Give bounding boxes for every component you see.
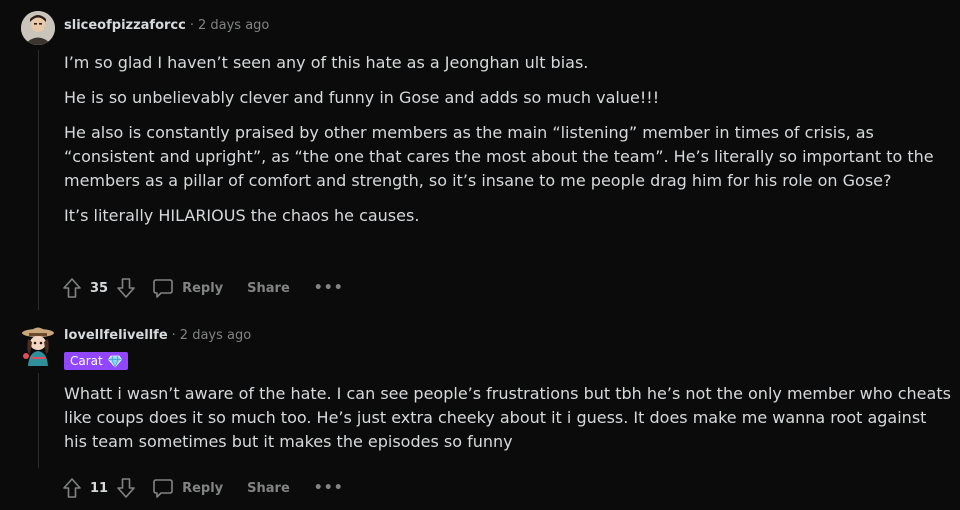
more-icon: ••• [313,280,344,296]
share-label: Share [247,280,290,296]
comment-paragraph: Whatt i wasn’t aware of the hate. I can … [64,384,951,451]
comment-icon [153,479,173,498]
reply-label: Reply [182,280,224,296]
reply-button[interactable]: Reply [152,277,223,299]
upvote-button[interactable] [60,276,84,300]
more-options-button[interactable]: ••• [306,480,344,496]
share-button[interactable]: Share [239,481,290,496]
avatar[interactable] [17,324,59,366]
upvote-icon [63,478,81,498]
separator-dot: · [171,328,176,343]
diamond-icon [107,355,122,368]
downvote-button[interactable] [114,276,138,300]
comment-paragraph: He also is constantly praised by other m… [64,123,934,190]
comment-meta: sliceofpizzaforcc · 2 days ago [64,18,269,33]
comment-paragraph: I’m so glad I haven’t seen any of this h… [64,53,589,72]
comment-icon [153,279,173,298]
avatar[interactable] [21,11,55,45]
reply-label: Reply [182,480,224,496]
comment-paragraph: It’s literally HILARIOUS the chaos he ca… [64,206,420,225]
share-button[interactable]: Share [239,281,290,296]
downvote-button[interactable] [114,476,138,500]
username[interactable]: lovellfelivellfe [64,328,168,343]
username[interactable]: sliceofpizzaforcc [64,18,186,33]
thread-line[interactable] [38,50,39,310]
comment-paragraph: He is so unbelievably clever and funny i… [64,88,660,107]
vote-score: 11 [90,480,109,496]
comment-actions: 11 Reply Share ••• [60,475,344,501]
comment-body: I’m so glad I haven’t seen any of this h… [64,51,954,239]
vote-score: 35 [90,280,109,296]
comment-actions: 35 Reply Share ••• [60,275,344,301]
upvote-icon [63,278,81,298]
comment-meta: lovellfelivellfe · 2 days ago [64,328,251,343]
more-icon: ••• [313,480,344,496]
share-label: Share [247,480,290,496]
user-flair: Carat [64,352,128,370]
timestamp[interactable]: 2 days ago [198,18,269,33]
downvote-icon [117,478,135,498]
separator-dot: · [189,18,194,33]
thread-line[interactable] [38,373,39,468]
flair-label: Carat [70,354,103,368]
more-options-button[interactable]: ••• [306,280,344,296]
downvote-icon [117,278,135,298]
comment-body: Whatt i wasn’t aware of the hate. I can … [64,382,954,465]
timestamp[interactable]: 2 days ago [180,328,251,343]
upvote-button[interactable] [60,476,84,500]
reply-button[interactable]: Reply [152,477,223,499]
